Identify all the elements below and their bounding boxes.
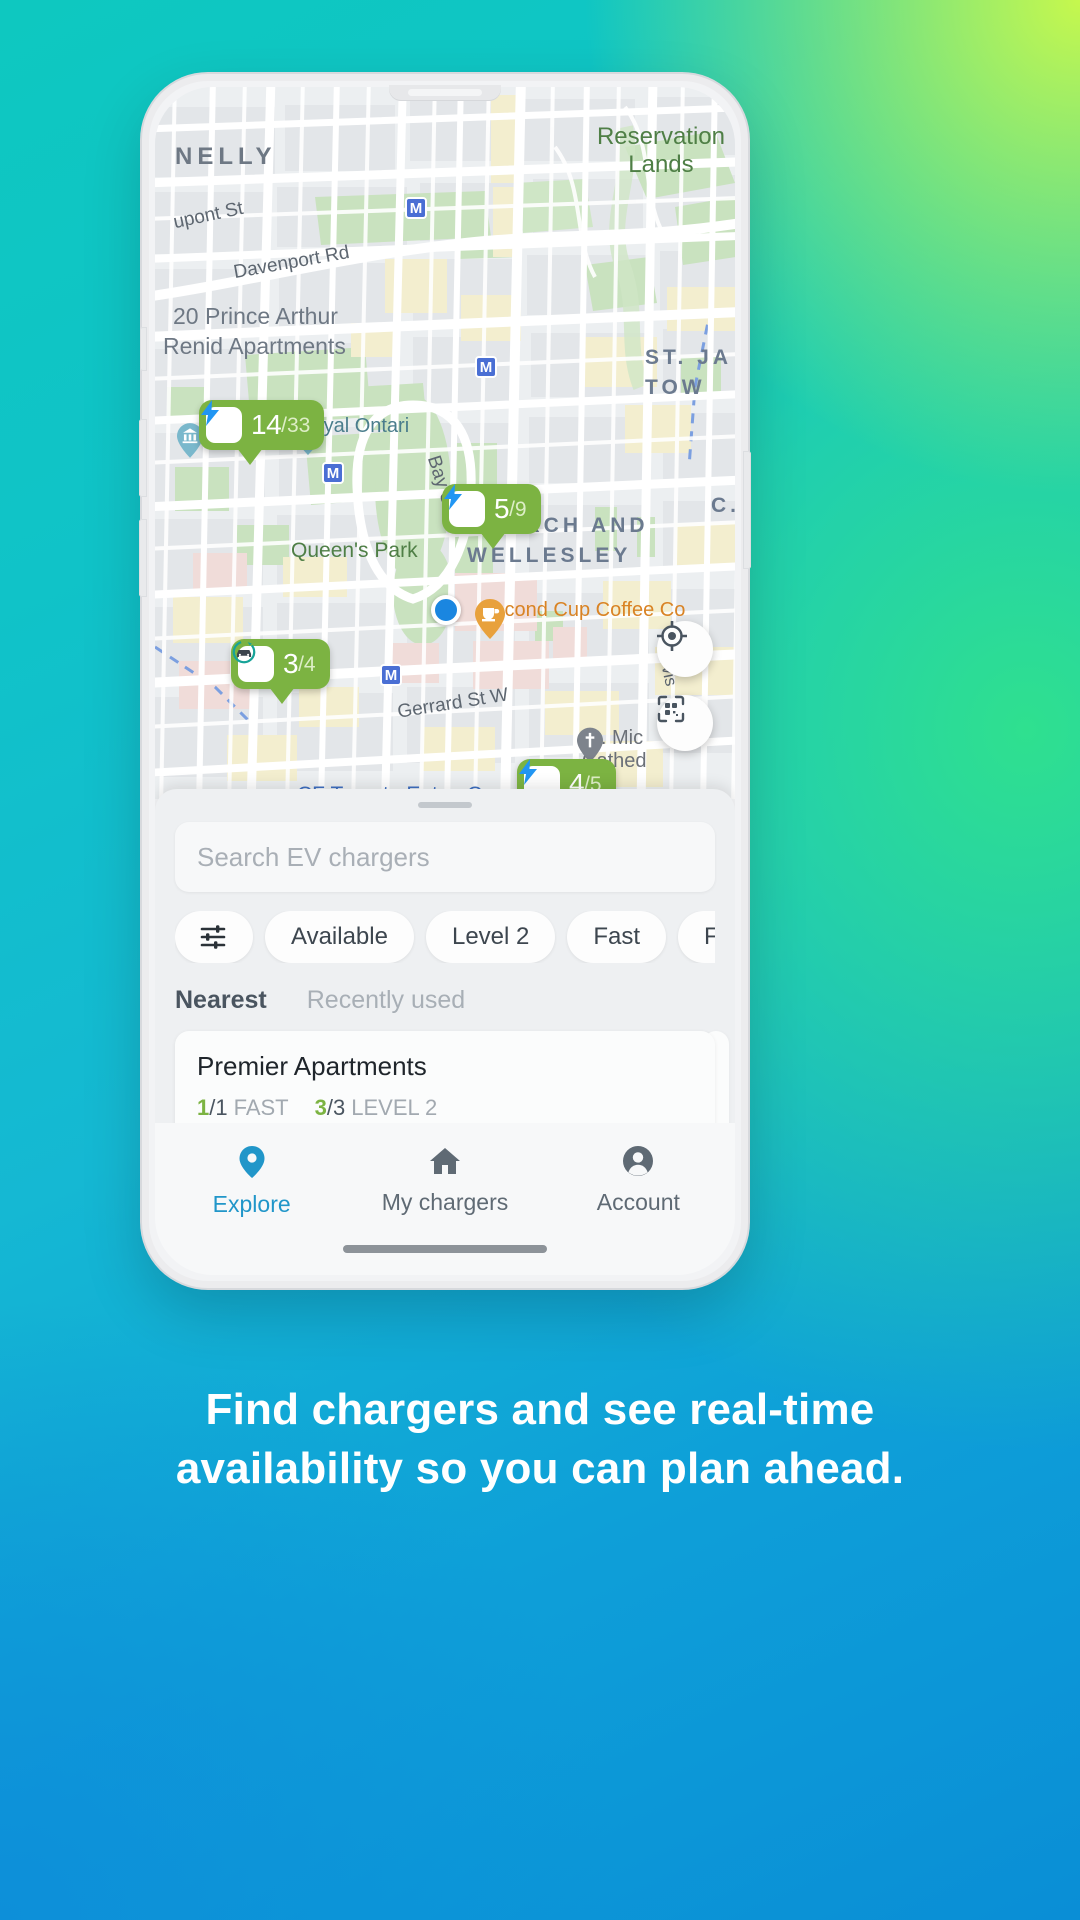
- stat-type: LEVEL 2: [351, 1095, 438, 1120]
- area-label-c: C.: [711, 494, 735, 517]
- filter-chip-free[interactable]: Free: [678, 911, 715, 963]
- charger-pin-available: 14: [251, 409, 282, 440]
- charger-pin-total: /33: [281, 413, 311, 437]
- stat-total: /1: [209, 1095, 228, 1120]
- charger-pin-14-33[interactable]: 14 /33: [199, 400, 325, 465]
- area-label-st-james-town: ST. JA TOW: [645, 343, 732, 404]
- reservation-lands-line1: Reservation: [596, 123, 725, 150]
- poi-label-queens-park: Queen's Park: [291, 539, 418, 562]
- nav-item-my-chargers[interactable]: My chargers: [348, 1145, 541, 1216]
- nav-label-explore: Explore: [212, 1191, 291, 1217]
- st-james-line2: TOW: [645, 376, 706, 400]
- nav-label-account: Account: [596, 1189, 680, 1215]
- charger-pin-3-4[interactable]: 3 /4: [231, 639, 330, 704]
- stat-available: 3: [314, 1095, 327, 1120]
- phone-screen: NELLY Reservation Lands upont St Davenpo…: [155, 87, 735, 1275]
- filter-chip-row[interactable]: Available Level 2 Fast Free: [175, 911, 715, 963]
- person-icon: [623, 1146, 654, 1176]
- stat-type: FAST: [233, 1095, 289, 1120]
- poi-second-cup-label: Second Cup Coffee Co: [480, 599, 686, 621]
- charger-list-item-premier-apartments[interactable]: Premier Apartments 1/1 FAST 3/3 LEVEL 2: [175, 1031, 715, 1123]
- phone-earpiece-speaker: [408, 89, 482, 96]
- list-tabs[interactable]: Nearest Recently used: [175, 986, 715, 1015]
- stat-level2: 3/3 LEVEL 2: [315, 1095, 438, 1121]
- poi-label-prince-arthur-line1: 20 Prince Arthur: [173, 303, 338, 329]
- ev-car-icon: [232, 640, 274, 682]
- list-item-stats: 1/1 FAST 3/3 LEVEL 2: [197, 1095, 693, 1121]
- poi-label-prince-arthur-line2: Renid Apartments: [163, 333, 346, 359]
- caption-line-2: availability so you can plan ahead.: [175, 1444, 905, 1494]
- charger-pin-total: /9: [509, 497, 527, 521]
- tab-recently-used[interactable]: Recently used: [307, 986, 465, 1015]
- sheet-grabber-handle[interactable]: [418, 802, 472, 808]
- map-label-reservation-lands: Reservation Lands: [597, 123, 725, 179]
- phone-mockup: NELLY Reservation Lands upont St Davenpo…: [139, 74, 751, 1288]
- my-location-button[interactable]: [657, 621, 713, 677]
- charger-pin-available: 5: [494, 493, 510, 524]
- caption-line-1: Find chargers and see real-time: [205, 1385, 875, 1434]
- scan-qr-button[interactable]: [657, 695, 713, 751]
- cafe-pin-icon: [475, 599, 505, 639]
- reservation-lands-line2: Lands: [628, 151, 694, 178]
- nav-label-my-chargers: My chargers: [381, 1189, 509, 1215]
- home-icon: [429, 1148, 460, 1174]
- user-location-dot: [431, 595, 461, 625]
- filter-chip-available[interactable]: Available: [265, 911, 414, 963]
- list-item-title: Premier Apartments: [197, 1051, 427, 1081]
- tab-nearest[interactable]: Nearest: [175, 986, 267, 1015]
- filter-options-button[interactable]: [175, 911, 253, 963]
- sliders-icon: [200, 925, 226, 949]
- transit-stop-icon[interactable]: M: [475, 356, 497, 378]
- bottom-sheet: Search EV chargers Available Level 2 Fas…: [155, 789, 735, 1123]
- nav-item-account[interactable]: Account: [542, 1145, 735, 1216]
- search-placeholder: Search EV chargers: [197, 841, 430, 872]
- stat-fast: 1/1 FAST: [197, 1095, 289, 1121]
- map-canvas[interactable]: NELLY Reservation Lands upont St Davenpo…: [155, 87, 735, 799]
- church-pin-icon: [577, 727, 603, 763]
- charger-pin-total: /4: [298, 652, 316, 676]
- charger-pin-5-9[interactable]: 5 /9: [442, 484, 541, 549]
- nav-item-explore[interactable]: Explore: [155, 1145, 348, 1218]
- phone-silent-switch: [140, 327, 147, 371]
- home-indicator: [343, 1245, 547, 1253]
- filter-chip-fast[interactable]: Fast: [567, 911, 667, 963]
- search-input[interactable]: Search EV chargers: [175, 822, 715, 892]
- transit-stop-icon[interactable]: M: [322, 462, 344, 484]
- charger-pin-available: 3: [283, 648, 299, 679]
- phone-power-button: [743, 451, 751, 569]
- phone-volume-down-button: [139, 519, 147, 597]
- map-pin-icon: [239, 1146, 265, 1178]
- stat-available: 1: [197, 1095, 210, 1120]
- st-james-line1: ST. JA: [645, 346, 733, 369]
- transit-stop-icon[interactable]: M: [380, 664, 402, 686]
- filter-chip-level-2[interactable]: Level 2: [425, 911, 556, 963]
- bolt-icon: [444, 484, 485, 527]
- qr-scan-icon: [657, 695, 685, 723]
- map-neighbourhood-label-nelly: NELLY: [175, 143, 277, 170]
- bolt-icon: [201, 400, 242, 443]
- charger-list[interactable]: Premier Apartments 1/1FAST 3/3LEVEL 2 Co…: [175, 1031, 729, 1123]
- crosshair-icon: [657, 621, 687, 651]
- transit-stop-icon[interactable]: M: [405, 197, 427, 219]
- phone-volume-up-button: [139, 419, 147, 497]
- stat-total: /3: [326, 1095, 346, 1120]
- poi-second-cup[interactable]: Second Cup Coffee Co: [475, 599, 686, 639]
- promo-caption: Find chargers and see real-time availabi…: [0, 1380, 1080, 1499]
